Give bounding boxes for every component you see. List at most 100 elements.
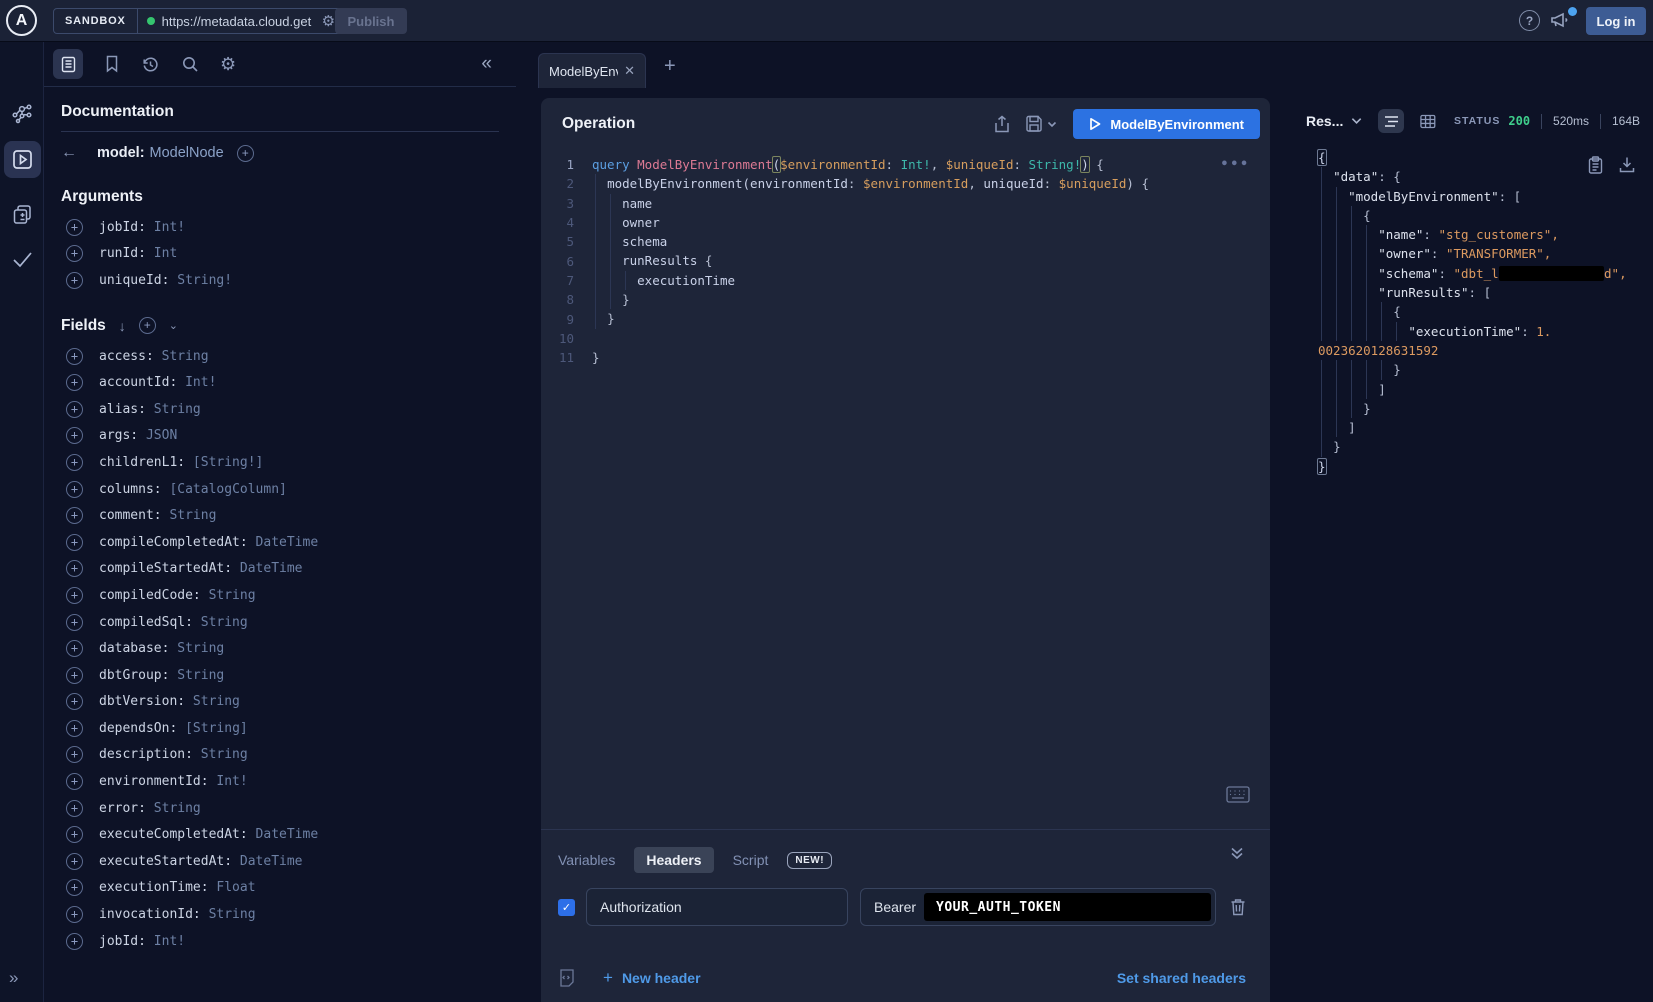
set-shared-headers-link[interactable]: Set shared headers [1117, 970, 1246, 986]
save-operation-button[interactable] [1025, 115, 1057, 133]
search-icon[interactable] [181, 55, 199, 73]
publish-button[interactable]: Publish [335, 8, 407, 34]
endpoint-url[interactable]: https://metadata.cloud.get [162, 14, 315, 29]
field-signature[interactable]: alias: String [99, 402, 201, 417]
add-argument-button[interactable]: + [66, 245, 83, 262]
add-field-button[interactable]: + [66, 348, 83, 365]
delete-header-icon[interactable] [1230, 898, 1246, 916]
field-signature[interactable]: accountId: Int! [99, 375, 216, 390]
field-signature[interactable]: dbtGroup: String [99, 668, 224, 683]
header-value-input[interactable]: Bearer YOUR_AUTH_TOKEN [860, 888, 1216, 926]
field-signature[interactable]: jobId: Int! [99, 934, 185, 949]
run-operation-button[interactable]: ModelByEnvironment [1073, 109, 1260, 139]
login-button[interactable]: Log in [1586, 7, 1646, 35]
add-field-button[interactable]: + [66, 614, 83, 631]
share-operation-button[interactable] [993, 115, 1011, 134]
field-signature[interactable]: compiledCode: String [99, 588, 256, 603]
keyboard-shortcuts-icon[interactable] [1226, 786, 1250, 803]
response-dropdown-label[interactable]: Res... [1306, 113, 1343, 129]
announcements-icon[interactable] [1549, 9, 1577, 33]
add-field-button[interactable]: + [66, 587, 83, 604]
add-field-button[interactable]: + [66, 667, 83, 684]
bookmark-icon[interactable] [104, 55, 120, 73]
tab-script[interactable]: Script [733, 852, 769, 868]
header-enabled-checkbox[interactable]: ✓ [558, 899, 575, 916]
response-json[interactable]: { "data": { "modelByEnvironment": [ { "n… [1288, 148, 1653, 476]
add-field-button[interactable]: + [66, 720, 83, 737]
header-name-input[interactable]: Authorization [586, 888, 848, 926]
argument-signature[interactable]: jobId: Int! [99, 220, 185, 235]
field-signature[interactable]: args: JSON [99, 428, 177, 443]
add-field-button[interactable]: + [66, 640, 83, 657]
field-signature[interactable]: childrenL1: [String!] [99, 455, 263, 470]
add-field-button[interactable]: + [66, 560, 83, 577]
add-field-button[interactable]: + [66, 773, 83, 790]
add-argument-button[interactable]: + [66, 219, 83, 236]
add-field-button[interactable]: + [66, 826, 83, 843]
add-argument-button[interactable]: + [66, 272, 83, 289]
collapse-bottom-panel-icon[interactable] [1230, 846, 1244, 860]
add-field-button[interactable]: + [66, 746, 83, 763]
endpoint-url-group[interactable]: https://metadata.cloud.get ⚙ [138, 9, 344, 33]
add-field-button[interactable]: + [66, 427, 83, 444]
add-all-fields-button[interactable]: + [139, 317, 156, 334]
collapse-panel-icon[interactable]: « [481, 53, 490, 75]
add-field-button[interactable]: + [66, 454, 83, 471]
field-signature[interactable]: compileStartedAt: DateTime [99, 561, 303, 576]
add-field-button[interactable]: + [66, 800, 83, 817]
expand-rail-icon[interactable]: » [9, 968, 18, 988]
add-field-button[interactable]: + [66, 693, 83, 710]
field-signature[interactable]: error: String [99, 801, 201, 816]
field-signature[interactable]: columns: [CatalogColumn] [99, 482, 287, 497]
sidebar-item-changelog[interactable] [11, 203, 34, 226]
field-signature[interactable]: environmentId: Int! [99, 774, 248, 789]
add-field-button[interactable]: + [66, 374, 83, 391]
tab-modelbyenvironment[interactable]: ModelByEnvi... ✕ [538, 53, 646, 88]
add-field-button[interactable]: + [66, 853, 83, 870]
breadcrumb-type[interactable]: ModelNode [150, 145, 224, 161]
chevron-down-icon[interactable]: ⌄ [169, 319, 178, 332]
argument-signature[interactable]: uniqueId: String! [99, 273, 232, 288]
tab-variables[interactable]: Variables [558, 852, 615, 868]
field-signature[interactable]: dependsOn: [String] [99, 721, 248, 736]
graphql-editor[interactable]: ••• 1query ModelByEnvironment($environme… [541, 155, 1270, 367]
field-signature[interactable]: executeCompletedAt: DateTime [99, 827, 318, 842]
add-type-button[interactable]: + [237, 145, 254, 162]
field-signature[interactable]: description: String [99, 747, 248, 762]
sidebar-item-explorer[interactable] [4, 141, 41, 178]
field-signature[interactable]: executionTime: Float [99, 880, 256, 895]
tab-documentation[interactable] [53, 49, 83, 79]
apollo-logo-icon[interactable]: A [6, 5, 37, 36]
response-dropdown-chevron-icon[interactable] [1351, 117, 1362, 125]
tab-headers[interactable]: Headers [634, 847, 713, 873]
sort-fields-icon[interactable]: ↓ [119, 318, 126, 334]
sidebar-item-schema[interactable] [11, 102, 34, 125]
add-field-button[interactable]: + [66, 507, 83, 524]
help-icon[interactable]: ? [1519, 10, 1540, 31]
table-view-icon[interactable] [1420, 114, 1436, 129]
formatted-view-toggle[interactable] [1378, 109, 1404, 133]
field-signature[interactable]: access: String [99, 349, 209, 364]
preflight-script-icon[interactable] [558, 968, 576, 988]
connection-settings-gear-icon[interactable]: ⚙ [322, 14, 335, 29]
add-field-button[interactable]: + [66, 906, 83, 923]
sidebar-item-checks[interactable] [11, 248, 34, 271]
field-signature[interactable]: dbtVersion: String [99, 694, 240, 709]
close-tab-icon[interactable]: ✕ [624, 63, 635, 79]
add-field-button[interactable]: + [66, 534, 83, 551]
add-field-button[interactable]: + [66, 401, 83, 418]
doc-settings-gear-icon[interactable]: ⚙ [220, 55, 236, 73]
field-signature[interactable]: invocationId: String [99, 907, 256, 922]
field-signature[interactable]: compileCompletedAt: DateTime [99, 535, 318, 550]
back-arrow-icon[interactable]: ← [61, 144, 97, 162]
argument-signature[interactable]: runId: Int [99, 246, 177, 261]
add-field-button[interactable]: + [66, 481, 83, 498]
add-field-button[interactable]: + [66, 933, 83, 950]
new-header-button[interactable]: + New header [603, 968, 701, 988]
field-signature[interactable]: compiledSql: String [99, 615, 248, 630]
field-signature[interactable]: comment: String [99, 508, 216, 523]
new-tab-button[interactable]: + [664, 55, 676, 78]
field-signature[interactable]: executeStartedAt: DateTime [99, 854, 303, 869]
field-signature[interactable]: database: String [99, 641, 224, 656]
history-icon[interactable] [141, 55, 160, 74]
